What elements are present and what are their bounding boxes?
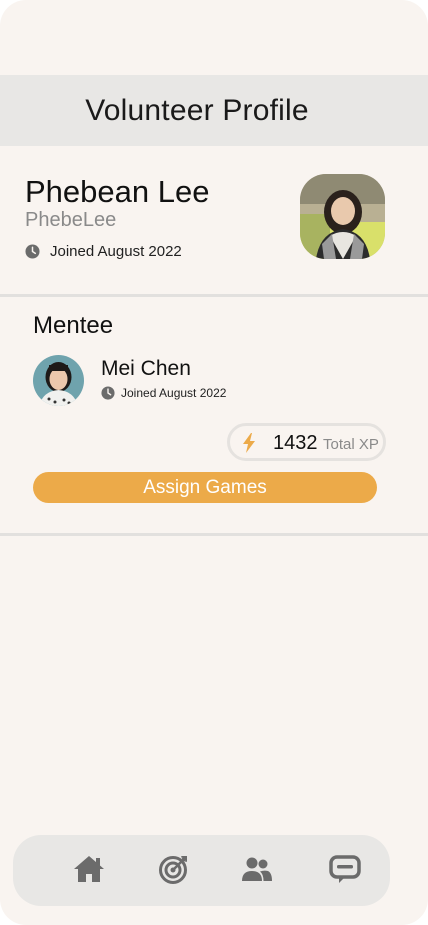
bottom-nav — [13, 835, 390, 906]
section-divider — [0, 294, 428, 297]
profile-joined-text: Joined August 2022 — [50, 243, 182, 260]
xp-value: 1432 — [273, 432, 318, 454]
mentee-photo — [33, 355, 84, 406]
profile-avatar[interactable] — [300, 174, 385, 259]
mentee-joined-text: Joined August 2022 — [121, 386, 227, 400]
assign-games-button[interactable]: Assign Games — [33, 472, 377, 503]
lightning-bolt-icon — [243, 433, 255, 453]
mentee-avatar[interactable] — [33, 355, 84, 406]
mentee-name: Mei Chen — [101, 357, 191, 380]
xp-label: Total XP — [323, 436, 379, 453]
profile-joined-row: Joined August 2022 — [25, 243, 182, 260]
people-icon[interactable] — [240, 852, 274, 886]
profile-photo — [300, 174, 385, 259]
profile-name: Phebean Lee — [25, 174, 210, 209]
chat-icon[interactable] — [328, 852, 362, 886]
home-icon[interactable] — [72, 852, 106, 886]
section-divider — [0, 533, 428, 536]
target-icon[interactable] — [157, 852, 191, 886]
xp-badge: 1432 Total XP — [227, 423, 386, 461]
page-title: Volunteer Profile — [85, 93, 309, 127]
screen: Volunteer Profile Phebean Lee PhebeLee J… — [0, 0, 428, 925]
clock-icon — [101, 386, 115, 400]
mentee-section-title: Mentee — [33, 312, 114, 339]
header-bar: Volunteer Profile — [0, 75, 428, 146]
profile-username: PhebeLee — [25, 209, 117, 231]
mentee-joined-row: Joined August 2022 — [101, 386, 226, 400]
clock-icon — [25, 244, 40, 259]
